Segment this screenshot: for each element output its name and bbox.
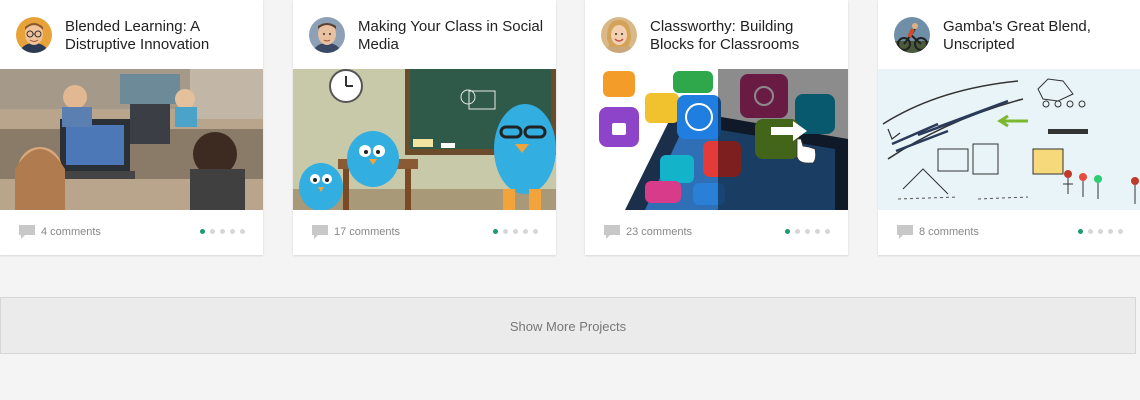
- carousel-dot[interactable]: [795, 229, 800, 234]
- card-title[interactable]: Classworthy: Building Blocks for Classro…: [650, 18, 840, 54]
- carousel-dot[interactable]: [220, 229, 225, 234]
- card-title[interactable]: Gamba's Great Blend, Unscripted: [943, 18, 1133, 54]
- card-header: Making Your Class in Social Media: [293, 0, 556, 69]
- carousel-dots: [785, 229, 830, 235]
- comment-count[interactable]: 4 comments: [41, 226, 101, 239]
- card-footer: 4 comments: [0, 210, 263, 255]
- avatar-man-icon[interactable]: [309, 17, 345, 53]
- card-title[interactable]: Making Your Class in Social Media: [358, 18, 548, 54]
- carousel-dot[interactable]: [533, 229, 538, 234]
- carousel-dot[interactable]: [493, 229, 498, 234]
- carousel-dot[interactable]: [210, 229, 215, 234]
- carousel-dot[interactable]: [1088, 229, 1093, 234]
- carousel-dot[interactable]: [1078, 229, 1083, 234]
- card-title[interactable]: Blended Learning: A Distruptive Innovati…: [65, 18, 255, 54]
- comment-icon[interactable]: [603, 224, 621, 240]
- carousel-dot[interactable]: [513, 229, 518, 234]
- avatar-man-glasses-icon[interactable]: [16, 17, 52, 53]
- project-card[interactable]: Classworthy: Building Blocks for Classro…: [585, 0, 848, 255]
- carousel-dots: [1078, 229, 1123, 235]
- cartoon-birds-classroom-image[interactable]: [293, 69, 556, 210]
- avatar-cyclist-icon[interactable]: [894, 17, 930, 53]
- comment-icon[interactable]: [18, 224, 36, 240]
- carousel-dot[interactable]: [240, 229, 245, 234]
- carousel-dot[interactable]: [1118, 229, 1123, 234]
- carousel-dot[interactable]: [1098, 229, 1103, 234]
- carousel-dot[interactable]: [815, 229, 820, 234]
- card-footer: 8 comments: [878, 210, 1140, 255]
- avatar-woman-icon[interactable]: [601, 17, 637, 53]
- blended-learning-sketch-image[interactable]: [878, 69, 1140, 210]
- card-header: Gamba's Great Blend, Unscripted: [878, 0, 1140, 69]
- carousel-dots: [200, 229, 245, 235]
- children-at-computers-image[interactable]: [0, 69, 263, 210]
- card-footer: 17 comments: [293, 210, 556, 255]
- projects-page: Blended Learning: A Distruptive Innovati…: [0, 0, 1140, 400]
- app-icons-smartphone-image[interactable]: [585, 69, 848, 210]
- carousel-dot[interactable]: [825, 229, 830, 234]
- comment-icon[interactable]: [896, 224, 914, 240]
- comment-count[interactable]: 8 comments: [919, 226, 979, 239]
- project-card[interactable]: Gamba's Great Blend, Unscripted 8 commen…: [878, 0, 1140, 255]
- comment-count[interactable]: 23 comments: [626, 226, 692, 239]
- project-card[interactable]: Making Your Class in Social Media 17 com…: [293, 0, 556, 255]
- comment-count[interactable]: 17 comments: [334, 226, 400, 239]
- carousel-dot[interactable]: [1108, 229, 1113, 234]
- card-header: Blended Learning: A Distruptive Innovati…: [0, 0, 263, 69]
- card-header: Classworthy: Building Blocks for Classro…: [585, 0, 848, 69]
- carousel-dot[interactable]: [523, 229, 528, 234]
- carousel-dot[interactable]: [805, 229, 810, 234]
- carousel-dot[interactable]: [230, 229, 235, 234]
- card-footer: 23 comments: [585, 210, 848, 255]
- carousel-dots: [493, 229, 538, 235]
- carousel-dot[interactable]: [785, 229, 790, 234]
- comment-icon[interactable]: [311, 224, 329, 240]
- carousel-dot[interactable]: [503, 229, 508, 234]
- project-card[interactable]: Blended Learning: A Distruptive Innovati…: [0, 0, 263, 255]
- carousel-dot[interactable]: [200, 229, 205, 234]
- show-more-projects-button[interactable]: Show More Projects: [0, 297, 1136, 354]
